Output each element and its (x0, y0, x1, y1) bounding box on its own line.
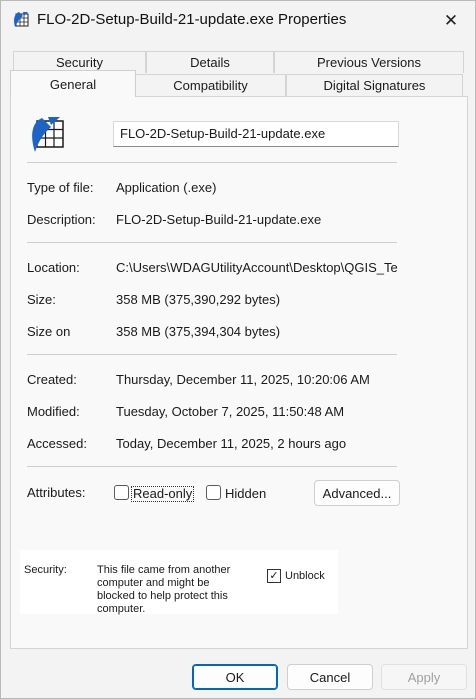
created-label: Created: (27, 372, 77, 387)
app-icon (14, 12, 29, 27)
hidden-checkbox[interactable] (206, 485, 221, 500)
accessed-label: Accessed: (27, 436, 87, 451)
location-label: Location: (27, 260, 80, 275)
security-message: This file came from another computer and… (97, 564, 231, 615)
description-label: Description: (27, 212, 96, 227)
divider (27, 466, 397, 467)
modified-label: Modified: (27, 404, 80, 419)
properties-dialog: FLO-2D-Setup-Build-21-update.exe Propert… (0, 0, 476, 699)
close-icon: ✕ (443, 11, 459, 30)
tab-details[interactable]: Details (146, 51, 274, 73)
close-button[interactable]: ✕ (431, 7, 471, 35)
tab-previous-versions[interactable]: Previous Versions (274, 51, 464, 73)
size-on-disk-value: 358 MB (375,394,304 bytes) (116, 324, 281, 339)
divider (27, 242, 397, 243)
divider (27, 162, 397, 163)
unblock-label[interactable]: Unblock (285, 570, 325, 582)
tab-digital-signatures[interactable]: Digital Signatures (286, 74, 463, 96)
advanced-button[interactable]: Advanced... (314, 480, 400, 506)
type-value: Application (.exe) (116, 180, 217, 195)
type-label: Type of file: (27, 180, 94, 195)
window-title: FLO-2D-Setup-Build-21-update.exe Propert… (37, 11, 347, 28)
ok-button[interactable]: OK (192, 664, 278, 690)
security-label: Security: (24, 564, 67, 576)
size-value: 358 MB (375,390,292 bytes) (116, 292, 281, 307)
read-only-checkbox[interactable] (114, 485, 129, 500)
hidden-label[interactable]: Hidden (225, 486, 266, 501)
created-value: Thursday, December 11, 2025, 10:20:06 AM (116, 372, 370, 387)
flo2d-file-icon (32, 117, 64, 152)
divider (27, 354, 397, 355)
read-only-label[interactable]: Read-only (131, 486, 195, 502)
title-bar[interactable]: FLO-2D-Setup-Build-21-update.exe Propert… (1, 1, 475, 41)
modified-value: Tuesday, October 7, 2025, 11:50:48 AM (116, 404, 345, 419)
tab-general[interactable]: General (10, 70, 136, 97)
apply-button[interactable]: Apply (381, 664, 467, 690)
file-name-input[interactable]: FLO-2D-Setup-Build-21-update.exe (113, 121, 399, 147)
attributes-label: Attributes: (27, 485, 86, 500)
security-section: Security: This file came from another co… (20, 550, 338, 615)
unblock-checkbox[interactable]: ✓ (267, 569, 281, 583)
cancel-button[interactable]: Cancel (287, 664, 373, 690)
tab-compatibility[interactable]: Compatibility (135, 74, 286, 96)
location-value: C:\Users\WDAGUtilityAccount\Desktop\QGIS… (116, 260, 398, 275)
description-value: FLO-2D-Setup-Build-21-update.exe (116, 212, 322, 227)
size-label: Size: (27, 292, 56, 307)
accessed-value: Today, December 11, 2025, 2 hours ago (116, 436, 347, 451)
check-icon: ✓ (269, 569, 279, 582)
size-on-disk-label: Size on (27, 324, 71, 339)
